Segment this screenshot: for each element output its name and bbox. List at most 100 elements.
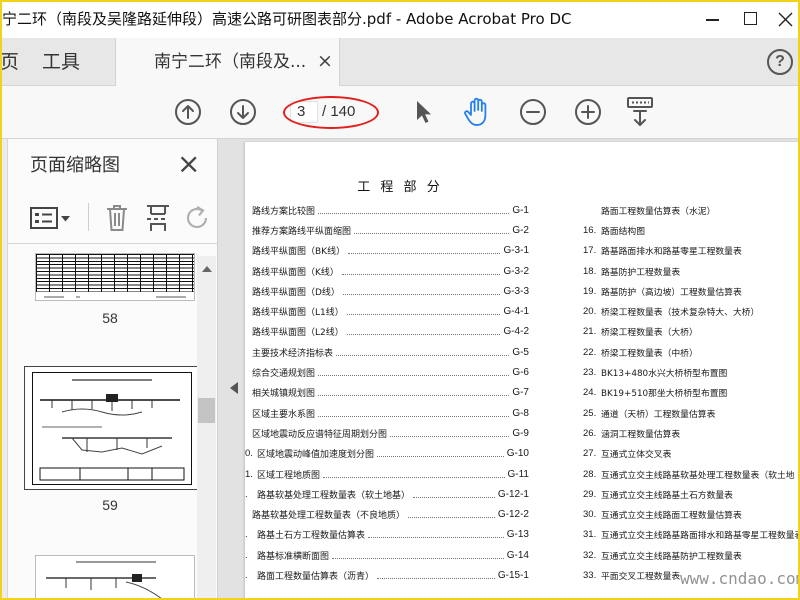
toc-entry: 推荐方案路线平纵面缩图 G-2 xyxy=(245,220,529,240)
toc-entry-code: G-8 xyxy=(512,407,529,419)
thumbnail-label: 58 xyxy=(102,310,118,326)
toc-entry-title: 区域地震动反应谱特征周期划分图 xyxy=(252,429,388,440)
thumbnail-page-58[interactable] xyxy=(35,253,195,301)
thumbnail-drawing-graphic xyxy=(32,372,192,485)
zoom-out-icon[interactable] xyxy=(519,98,547,126)
toc-dot-leader xyxy=(348,253,501,255)
toc-entry: 路线平纵面图（K线） G-3-2 xyxy=(245,261,529,281)
toc-dot-leader xyxy=(318,375,510,377)
thumbnail-page-59[interactable] xyxy=(24,366,200,490)
toc-entry: 26. 涵洞工程数量估算表 xyxy=(583,423,800,443)
dropdown-caret-icon[interactable] xyxy=(61,216,70,222)
toc-entry-code: G-3-2 xyxy=(503,265,529,277)
collapse-panel-icon[interactable] xyxy=(228,381,240,395)
toc-entry: 27. 互通式立体交叉表 xyxy=(583,444,800,464)
next-page-icon[interactable] xyxy=(229,98,257,126)
toc-entry-title: BK19+510那坐大桥桥型布置图 xyxy=(601,389,728,400)
thumbnail-table-graphic xyxy=(36,254,194,292)
close-window-icon[interactable] xyxy=(778,12,793,27)
thumbnail-list: 58 59 xyxy=(8,244,217,600)
toc-entry-number: 1. xyxy=(245,468,253,480)
minimize-icon[interactable] xyxy=(706,19,719,21)
toc-entry-title: 互通式立交主线路基软基处理工程数量表（软土地 xyxy=(601,470,795,481)
maximize-icon[interactable] xyxy=(744,12,757,25)
toc-entry: 路线平纵面图（L2线） G-4-2 xyxy=(245,322,529,342)
toc-entry-title: 主要技术经济指标表 xyxy=(252,348,334,359)
toc-entry-title: 桥梁工程数量表（中桥） xyxy=(601,348,698,359)
toc-entry-number: 29. xyxy=(583,488,597,500)
toc-dot-leader xyxy=(408,517,495,519)
thumbnail-label: 59 xyxy=(102,497,118,513)
toc-entry-title: 桥梁工程数量表（技术复杂特大、大桥） xyxy=(601,308,760,319)
rotate-page-icon[interactable] xyxy=(186,204,210,232)
toc-entry-number: . xyxy=(245,488,248,500)
window-title: 宁二环（南段及吴隆路延伸段）高速公路可研图表部分.pdf - Adobe Acr… xyxy=(2,10,572,28)
toc-entry: 区域地震动反应谱特征周期划分图 G-9 xyxy=(245,423,529,443)
toc-entry-code: G-12-1 xyxy=(497,488,529,500)
toc-entry: 32. 互通式立交主线路基防护工程数量表 xyxy=(583,545,800,565)
hand-tool-icon[interactable] xyxy=(463,96,493,128)
thumbnail-scrollbar[interactable] xyxy=(197,256,216,600)
toc-entry-code: G-9 xyxy=(512,427,529,439)
toc-entry-code: G-3-1 xyxy=(503,245,529,257)
tab-document-label: 南宁二环（南段及... xyxy=(154,52,307,72)
toc-right-column: 路面工程数量估算表（水泥） 16. 路面结构图 17. 路基路面排水和路基零星工程数量表… xyxy=(583,200,800,586)
tab-document[interactable]: 南宁二环（南段及... × xyxy=(115,38,340,87)
toc-entry-title: BK13+480水兴大桥桥型布置图 xyxy=(601,369,728,380)
tab-close-icon[interactable]: × xyxy=(317,38,333,84)
thumbnail-footer-graphic xyxy=(44,296,186,298)
toc-entry-code: G-7 xyxy=(512,387,529,399)
toc-entry-number: 18. xyxy=(583,265,597,277)
toc-entry: 31. 互通式立交主线路基路面排水和路基零星工程数量表 xyxy=(583,525,800,545)
scrollbar-thumb[interactable] xyxy=(198,398,215,423)
zoom-in-icon[interactable] xyxy=(574,98,602,126)
toc-entry-code: G-5 xyxy=(512,346,529,358)
insert-pages-icon[interactable] xyxy=(145,203,171,233)
toc-entry: 16. 路面结构图 xyxy=(583,220,800,240)
toc-entry-title: 互通式立交主线路面工程数量估算表 xyxy=(601,511,742,522)
toc-entry: 18. 路基防护工程数量表 xyxy=(583,261,800,281)
toc-entry-code: G-12-2 xyxy=(497,509,529,521)
toc-entry: 1. 区域工程地质图 G-11 xyxy=(245,464,529,484)
toc-entry-number: 20. xyxy=(583,306,597,318)
toc-entry: 路线平纵面图（L1线） G-4-1 xyxy=(245,301,529,321)
toc-entry-title: 路线平纵面图（K线） xyxy=(252,267,339,278)
toc-entry-number: . xyxy=(245,549,248,561)
toc-entry-number: 26. xyxy=(583,427,597,439)
toolbar-divider xyxy=(88,203,89,231)
delete-page-icon[interactable] xyxy=(105,203,129,233)
toc-entry-title: 互通式立交主线路基防护工程数量表 xyxy=(601,551,742,562)
toc-entry-number: 32. xyxy=(583,549,597,561)
toc-entry-code: G-1 xyxy=(512,204,529,216)
tab-home[interactable]: 页 xyxy=(0,38,22,86)
toc-entry-title: 路基标准横断面图 xyxy=(257,551,330,562)
thumbnail-options-icon[interactable] xyxy=(30,207,58,229)
toc-entry-code: G-4-1 xyxy=(503,306,529,318)
toc-dot-leader xyxy=(323,476,505,478)
toc-entry-title: 路基防护（高边坡）工程数量估算表 xyxy=(601,287,742,298)
scroll-up-icon[interactable] xyxy=(202,266,212,272)
toc-dot-leader xyxy=(346,334,501,336)
scroll-mode-icon[interactable] xyxy=(626,95,654,129)
thumbnail-next-page[interactable] xyxy=(35,555,195,600)
toc-dot-leader xyxy=(377,577,495,579)
panel-edge xyxy=(0,139,8,600)
select-cursor-icon[interactable] xyxy=(414,99,434,125)
toc-entry-number: 0. xyxy=(245,448,253,460)
toc-entry-number: 17. xyxy=(583,245,597,257)
toc-entry: 17. 路基路面排水和路基零星工程数量表 xyxy=(583,241,800,261)
toc-dot-leader xyxy=(346,314,501,316)
panel-close-icon[interactable]: × xyxy=(177,149,200,179)
toc-entry: 0. 区域地震动峰值加速度划分图 G-10 xyxy=(245,444,529,464)
toc-dot-leader xyxy=(336,354,510,356)
toc-dot-leader xyxy=(413,496,495,498)
toc-entry-title: 路基软基处理工程数量表（软土地基） xyxy=(257,490,411,501)
toc-left-column: 路线方案比较图 G-1 推荐方案路线平纵面缩图 G-2 路线平纵面图（BK线） G-3-1… xyxy=(245,200,529,586)
toc-entry-title: 通道（天桥）工程数量估算表 xyxy=(601,409,716,420)
toc-entry-title: 路线平纵面图（BK线） xyxy=(252,247,346,258)
previous-page-icon[interactable] xyxy=(174,98,202,126)
tab-tools[interactable]: 工具 xyxy=(22,38,115,86)
toc-entry-title: 路基土石方工程数量估算表 xyxy=(257,531,366,542)
help-icon[interactable]: ? xyxy=(767,49,793,75)
toc-entry-number: 28. xyxy=(583,468,597,480)
